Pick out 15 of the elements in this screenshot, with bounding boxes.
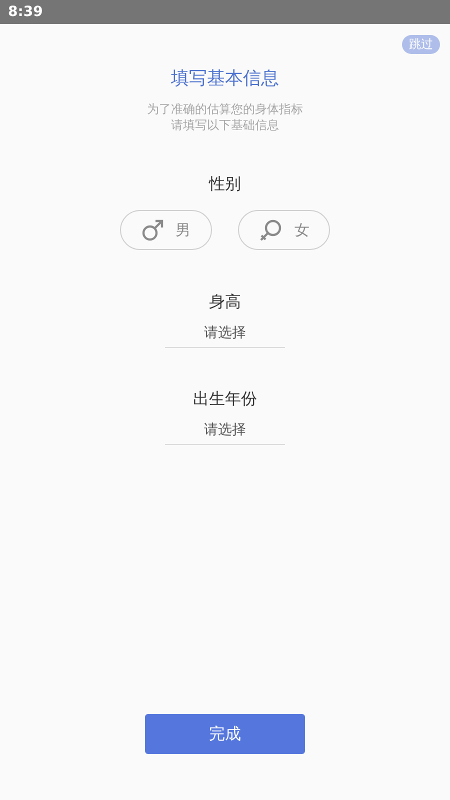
- female-symbol-icon: [258, 218, 282, 242]
- status-time: 8:39: [8, 4, 43, 20]
- gender-label: 性别: [208, 173, 242, 195]
- male-symbol-icon: [142, 219, 164, 241]
- subtitle-text: 请填写以下基础信息: [170, 117, 280, 133]
- subtitle-text: 为了准确的估算您的身体指标: [146, 101, 304, 117]
- field-label: 身高: [208, 291, 242, 313]
- page-title: 填写基本信息: [170, 67, 280, 91]
- field-label: 出生年份: [192, 388, 258, 410]
- done-button[interactable]: 完成: [145, 714, 305, 754]
- select-field[interactable]: 请选择: [165, 418, 285, 445]
- select-field[interactable]: 请选择: [165, 321, 285, 348]
- gender-option[interactable]: 女: [238, 210, 330, 250]
- gender-option[interactable]: 男: [120, 210, 212, 250]
- skip-button[interactable]: 跳过: [402, 35, 440, 54]
